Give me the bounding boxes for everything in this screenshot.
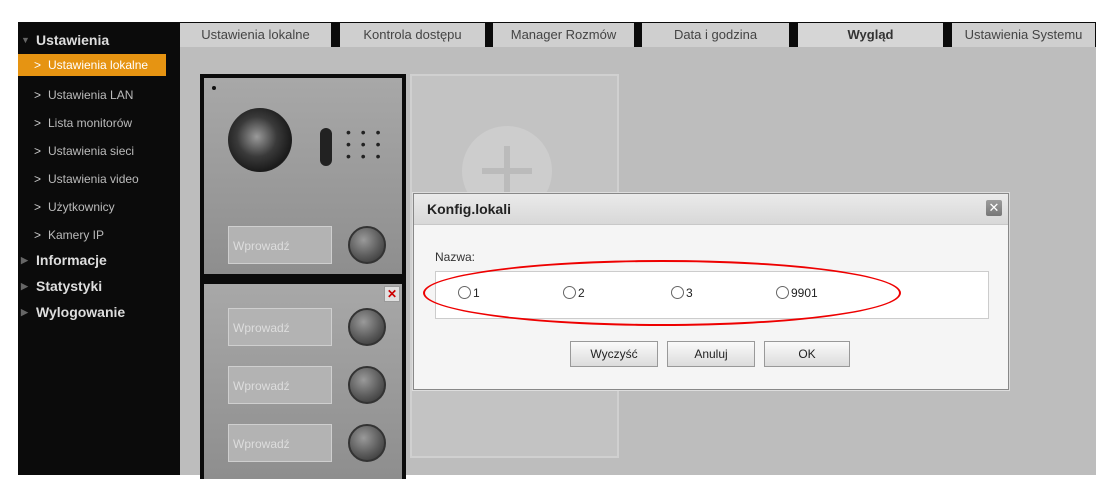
sidebar: ▼ Ustawienia > Ustawienia lokalne > Usta…: [18, 22, 166, 475]
name-input-3[interactable]: Wprowadź: [228, 366, 332, 404]
call-button-1[interactable]: [348, 226, 386, 264]
radio-option-9901[interactable]: 9901: [776, 286, 818, 300]
sidebar-section-informacje[interactable]: ▶ Informacje: [18, 248, 166, 272]
tab-data-i-godzina[interactable]: Data i godzina: [642, 23, 790, 47]
sidebar-item-ustawienia-sieci[interactable]: > Ustawienia sieci: [18, 140, 166, 162]
chevron-right-icon: >: [34, 88, 42, 102]
chevron-right-icon: >: [34, 172, 42, 186]
call-button-3[interactable]: [348, 366, 386, 404]
radio-option-1[interactable]: 1: [458, 286, 480, 300]
name-input-1[interactable]: Wprowadź: [228, 226, 332, 264]
tab-kontrola-dostepu[interactable]: Kontrola dostępu: [340, 23, 486, 47]
tab-ustawienia-systemu[interactable]: Ustawienia Systemu: [952, 23, 1096, 47]
sidebar-item-ustawienia-lan[interactable]: > Ustawienia LAN: [18, 84, 166, 106]
sidebar-section-statystyki[interactable]: ▶ Statystyki: [18, 274, 166, 298]
sidebar-item-label: Ustawienia sieci: [48, 144, 135, 158]
triangle-right-icon: ▶: [21, 281, 28, 291]
radio-option-3[interactable]: 3: [671, 286, 693, 300]
call-button-2[interactable]: [348, 308, 386, 346]
radio-circle-icon: [776, 286, 789, 299]
call-button-4[interactable]: [348, 424, 386, 462]
nazwa-label: Nazwa:: [435, 250, 476, 264]
sidebar-section-wylogowanie[interactable]: ▶ Wylogowanie: [18, 300, 166, 324]
cancel-button[interactable]: Anuluj: [667, 341, 755, 367]
led-indicator: [212, 86, 216, 90]
card-reader-slot: [320, 128, 332, 166]
sidebar-item-lista-monitorow[interactable]: > Lista monitorów: [18, 112, 166, 134]
chevron-right-icon: >: [34, 116, 42, 130]
tab-ustawienia-lokalne[interactable]: Ustawienia lokalne: [180, 23, 332, 47]
sidebar-item-ustawienia-lokalne[interactable]: > Ustawienia lokalne: [18, 54, 166, 76]
speaker-grille-icon: • • • • • • • • •: [346, 124, 384, 164]
sidebar-item-label: Ustawienia lokalne: [48, 58, 149, 72]
chevron-right-icon: >: [34, 228, 42, 242]
tab-wyglad[interactable]: Wygląd: [798, 23, 944, 47]
sidebar-item-label: Lista monitorów: [48, 116, 133, 130]
sidebar-item-label: Kamery IP: [48, 228, 105, 242]
radio-circle-icon: [671, 286, 684, 299]
radio-circle-icon: [458, 286, 471, 299]
close-icon[interactable]: ✕: [986, 200, 1002, 216]
sidebar-item-label: Użytkownicy: [48, 200, 115, 214]
sidebar-item-label: Ustawienia video: [48, 172, 139, 186]
sidebar-item-ustawienia-video[interactable]: > Ustawienia video: [18, 168, 166, 190]
triangle-down-icon: ▼: [21, 35, 30, 45]
name-input-2[interactable]: Wprowadź: [228, 308, 332, 346]
chevron-right-icon: >: [34, 200, 42, 214]
sidebar-item-label: Ustawienia LAN: [48, 88, 134, 102]
tab-manager-rozmow[interactable]: Manager Rozmów: [493, 23, 635, 47]
sidebar-section-ustawienia[interactable]: ▼ Ustawienia: [18, 28, 166, 52]
sidebar-item-uzytkownicy[interactable]: > Użytkownicy: [18, 196, 166, 218]
camera-lens-icon: [228, 108, 292, 172]
chevron-right-icon: >: [34, 144, 42, 158]
sidebar-item-kamery-ip[interactable]: > Kamery IP: [18, 224, 166, 246]
button-module: ✕ Wprowadź Wprowadź Wprowadź: [204, 284, 402, 479]
triangle-right-icon: ▶: [21, 307, 28, 317]
remove-module-close-icon[interactable]: ✕: [384, 286, 400, 302]
triangle-right-icon: ▶: [21, 255, 28, 265]
tab-bar: Ustawienia lokalne Kontrola dostępu Mana…: [180, 22, 1096, 47]
sidebar-section-label: Statystyki: [36, 278, 103, 294]
camera-module: • • • • • • • • • Wprowadź: [204, 78, 402, 274]
clear-button[interactable]: Wyczyść: [570, 341, 658, 367]
dialog-titlebar: Konfig.lokali ✕: [414, 194, 1008, 225]
dialog-title: Konfig.lokali: [427, 201, 511, 217]
intercom-panel-preview: • • • • • • • • • Wprowadź ✕ Wprowadź Wpro…: [200, 74, 406, 479]
radio-option-2[interactable]: 2: [563, 286, 585, 300]
ok-button[interactable]: OK: [764, 341, 850, 367]
sidebar-section-label: Informacje: [36, 252, 107, 268]
sidebar-section-label: Wylogowanie: [36, 304, 126, 320]
name-input-4[interactable]: Wprowadź: [228, 424, 332, 462]
name-options-group: 1 2 3 9901: [435, 271, 989, 319]
konfig-lokali-dialog: Konfig.lokali ✕ Nazwa: 1 2 3 9901 Wyczyś…: [413, 193, 1009, 390]
radio-circle-icon: [563, 286, 576, 299]
chevron-right-icon: >: [34, 58, 42, 72]
sidebar-section-label: Ustawienia: [36, 32, 110, 48]
